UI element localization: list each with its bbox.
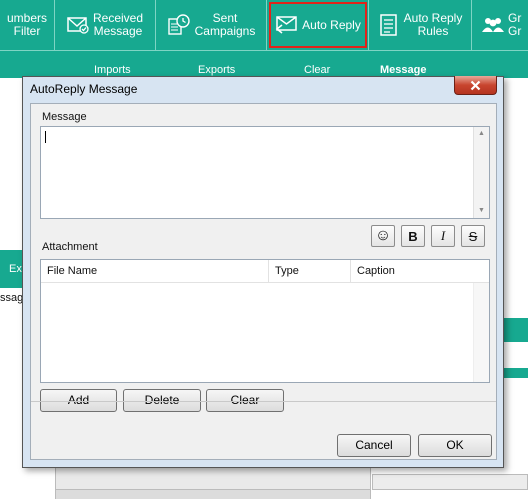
right-scrollbar[interactable] <box>372 474 528 490</box>
close-button[interactable] <box>454 76 497 95</box>
secondary-toolbar <box>0 50 528 78</box>
auto-reply-rules-label: Auto Reply Rules <box>403 11 463 38</box>
document-rules-icon <box>379 14 397 36</box>
group-icon <box>482 18 504 32</box>
strikethrough-icon: S <box>468 228 478 244</box>
emoji-button[interactable]: ☺ <box>371 225 395 247</box>
exports-label[interactable]: Exports <box>198 64 235 76</box>
strikethrough-button[interactable]: S <box>461 225 485 247</box>
left-green-label: Ex <box>9 263 22 275</box>
table-scrollbar[interactable] <box>473 283 489 382</box>
column-header-caption[interactable]: Caption <box>351 260 489 283</box>
groups-button[interactable]: Gr Gr <box>472 0 528 50</box>
sent-campaigns-button[interactable]: Sent Campaigns <box>156 0 267 50</box>
dialog-title: AutoReply Message <box>30 82 138 96</box>
smiley-icon: ☺ <box>374 227 392 244</box>
received-message-label: Received Message <box>92 11 144 38</box>
ok-button[interactable]: OK <box>418 434 492 457</box>
italic-button[interactable]: I <box>431 225 455 247</box>
right-green-strip <box>500 318 528 342</box>
italic-icon: I <box>440 228 446 243</box>
attachment-table[interactable]: File Name Type Caption <box>40 259 490 383</box>
auto-reply-button[interactable]: Auto Reply <box>267 0 369 50</box>
envelope-reply-icon <box>275 16 297 34</box>
bold-icon: B <box>408 228 418 244</box>
numbers-filter-button[interactable]: umbers Filter <box>0 0 55 50</box>
scroll-up-arrow-icon[interactable]: ▲ <box>474 127 489 141</box>
received-message-button[interactable]: Received Message <box>55 0 156 50</box>
auto-reply-rules-button[interactable]: Auto Reply Rules <box>369 0 472 50</box>
clear-label[interactable]: Clear <box>304 64 330 76</box>
column-header-file-name[interactable]: File Name <box>41 260 269 283</box>
message-label: Message <box>42 111 87 123</box>
cancel-button[interactable]: Cancel <box>337 434 411 457</box>
auto-reply-label: Auto Reply <box>302 17 361 32</box>
main-toolbar: umbers Filter Received Message Sent Camp… <box>0 0 528 50</box>
close-icon <box>470 80 481 90</box>
message-textarea[interactable]: ▲ ▼ <box>40 126 490 219</box>
sent-campaigns-label: Sent Campaigns <box>194 11 256 38</box>
footer-divider <box>31 401 496 402</box>
groups-label: Gr Gr <box>508 11 522 38</box>
attachment-label: Attachment <box>42 241 98 253</box>
bold-button[interactable]: B <box>401 225 425 247</box>
right-green-strip-2 <box>500 368 528 378</box>
imports-label[interactable]: Imports <box>94 64 131 76</box>
message-scrollbar[interactable]: ▲ ▼ <box>473 127 489 218</box>
column-header-type[interactable]: Type <box>269 260 351 283</box>
scroll-down-arrow-icon[interactable]: ▼ <box>474 204 489 218</box>
numbers-filter-label: umbers Filter <box>6 11 47 38</box>
clock-list-icon <box>167 14 190 35</box>
dialog-body: Message ▲ ▼ Attachment ☺ B I S File Name… <box>30 103 497 460</box>
envelope-check-icon <box>67 17 89 34</box>
bottom-scrollbar[interactable] <box>56 489 370 499</box>
message-header-label: Message <box>380 64 427 76</box>
text-caret <box>45 131 46 143</box>
autoreply-dialog: AutoReply Message Message ▲ ▼ Attachment… <box>22 76 504 468</box>
